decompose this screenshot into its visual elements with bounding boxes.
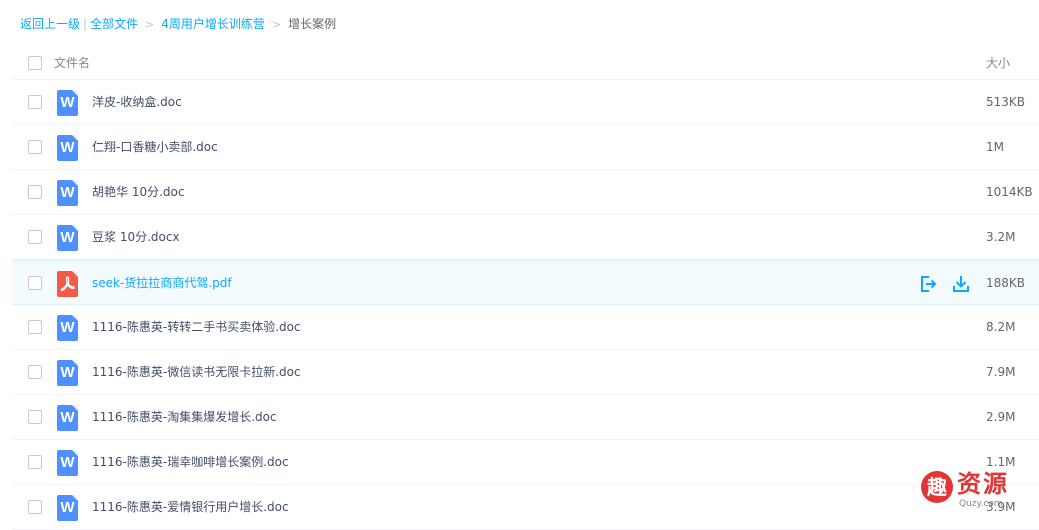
file-checkbox[interactable] <box>28 320 42 334</box>
word-file-icon: W <box>57 495 78 521</box>
file-size: 8.2M <box>986 320 1016 334</box>
breadcrumb-arrow: > <box>145 18 155 31</box>
breadcrumb: 返回上一级 | 全部文件 >4周用户增长训练营 > 增长案例 <box>20 16 336 33</box>
file-name[interactable]: 豆浆 10分.docx <box>92 229 180 245</box>
file-name[interactable]: seek-货拉拉商商代驾.pdf <box>92 275 232 291</box>
select-all-checkbox[interactable] <box>28 56 42 70</box>
file-size: 1014KB <box>986 185 1033 199</box>
watermark-glyph: 趣 <box>921 471 953 503</box>
breadcrumb-all-files-link[interactable]: 全部文件 <box>90 17 138 31</box>
download-icon[interactable] <box>951 274 971 294</box>
word-file-icon: W <box>57 135 78 161</box>
breadcrumb-arrow: > <box>271 18 282 31</box>
word-file-icon: W <box>57 225 78 251</box>
breadcrumb-back-link[interactable]: 返回上一级 <box>20 17 80 31</box>
file-checkbox[interactable] <box>28 410 42 424</box>
file-name[interactable]: 仁翔-口香糖小卖部.doc <box>92 139 218 155</box>
file-row[interactable]: W 1116-陈惠英-爱情银行用户增长.doc 3.9M <box>12 485 1039 530</box>
watermark-logo: 趣 资源 Quzy.com <box>921 469 1031 513</box>
file-checkbox[interactable] <box>28 230 42 244</box>
file-checkbox[interactable] <box>28 500 42 514</box>
file-checkbox[interactable] <box>28 185 42 199</box>
word-file-icon: W <box>57 450 78 476</box>
watermark-text: 资源 <box>957 470 1009 498</box>
file-name[interactable]: 1116-陈惠英-爱情银行用户增长.doc <box>92 499 289 515</box>
file-size: 513KB <box>986 95 1026 109</box>
pdf-file-icon <box>57 271 78 297</box>
file-row[interactable]: W 豆浆 10分.docx 3.2M <box>12 215 1039 260</box>
breadcrumb-separator: | <box>83 17 88 31</box>
file-name[interactable]: 1116-陈惠英-微信读书无限卡拉新.doc <box>92 364 301 380</box>
file-checkbox[interactable] <box>28 365 42 379</box>
file-name[interactable]: 1116-陈惠英-淘集集爆发增长.doc <box>92 409 277 425</box>
column-header-name[interactable]: 文件名 <box>54 54 90 71</box>
column-header-size[interactable]: 大小 <box>986 54 1010 71</box>
word-file-icon: W <box>57 315 78 341</box>
file-size: 3.2M <box>986 230 1016 244</box>
file-row[interactable]: seek-货拉拉商商代驾.pdf 188KB <box>12 260 1039 305</box>
file-size: 188KB <box>986 276 1026 290</box>
breadcrumb-current: 增长案例 <box>288 17 337 31</box>
word-file-icon: W <box>57 180 78 206</box>
watermark-sub: Quzy.com <box>959 499 1003 509</box>
file-name[interactable]: 洋皮-收纳盒.doc <box>92 94 182 110</box>
file-list: 文件名 大小 W 洋皮-收纳盒.doc 513KB W 仁翔-口香糖小卖部.do… <box>12 40 1039 530</box>
file-checkbox[interactable] <box>28 95 42 109</box>
word-file-icon: W <box>57 360 78 386</box>
file-row[interactable]: W 1116-陈惠英-淘集集爆发增长.doc 2.9M <box>12 395 1039 440</box>
file-row[interactable]: W 1116-陈惠英-微信读书无限卡拉新.doc 7.9M <box>12 350 1039 395</box>
breadcrumb-folder-link[interactable]: 4周用户增长训练营 <box>161 17 265 31</box>
file-size: 7.9M <box>986 365 1016 379</box>
file-row[interactable]: W 1116-陈惠英-瑞幸咖啡增长案例.doc 1.1M <box>12 440 1039 485</box>
file-rows: W 洋皮-收纳盒.doc 513KB W 仁翔-口香糖小卖部.doc 1M W … <box>12 80 1039 530</box>
file-name[interactable]: 1116-陈惠英-瑞幸咖啡增长案例.doc <box>92 454 289 470</box>
file-size: 1M <box>986 140 1004 154</box>
file-size: 2.9M <box>986 410 1016 424</box>
word-file-icon: W <box>57 90 78 116</box>
file-row[interactable]: W 胡艳华 10分.doc 1014KB <box>12 170 1039 215</box>
file-size: 1.1M <box>986 455 1016 469</box>
file-checkbox[interactable] <box>28 140 42 154</box>
file-row[interactable]: W 仁翔-口香糖小卖部.doc 1M <box>12 125 1039 170</box>
file-checkbox[interactable] <box>28 276 42 290</box>
file-name[interactable]: 胡艳华 10分.doc <box>92 184 184 200</box>
word-file-icon: W <box>57 405 78 431</box>
file-row[interactable]: W 1116-陈惠英-转转二手书买卖体验.doc 8.2M <box>12 305 1039 350</box>
file-checkbox[interactable] <box>28 455 42 469</box>
file-row[interactable]: W 洋皮-收纳盒.doc 513KB <box>12 80 1039 125</box>
file-list-header: 文件名 大小 <box>12 40 1039 80</box>
share-icon[interactable] <box>918 274 938 294</box>
file-name[interactable]: 1116-陈惠英-转转二手书买卖体验.doc <box>92 319 301 335</box>
